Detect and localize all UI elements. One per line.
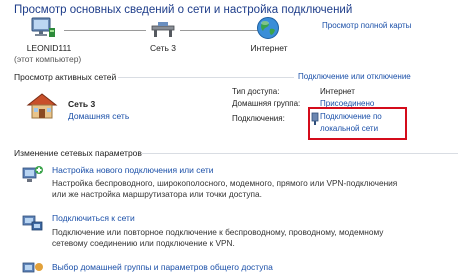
setup-new-connection-link[interactable]: Настройка нового подключения или сети [52,165,214,175]
active-network-name: Сеть 3 [68,99,96,109]
computer-name-label: LEONID111 [26,43,72,53]
computer-icon [30,16,56,40]
connect-to-network-desc-1: Подключение или повторное подключение к … [52,227,384,237]
homegroup-sharing-icon [22,260,44,274]
connect-to-network-icon [22,212,44,232]
new-connection-icon [22,164,44,184]
full-map-link[interactable]: Просмотр полной карты [322,21,411,30]
homegroup-sharing-link[interactable]: Выбор домашней группы и параметров общег… [52,262,273,272]
access-type-value: Интернет [320,87,355,96]
network-type-link[interactable]: Домашняя сеть [68,111,129,121]
connect-disconnect-link[interactable]: Подключение или отключение [298,72,411,81]
network-name-map-label: Сеть 3 [150,43,176,53]
map-connector-right [180,30,258,31]
connect-to-network-desc-2: сетевому соединению или подключение к VP… [52,238,235,248]
change-settings-heading: Изменение сетевых параметров [14,148,142,158]
active-networks-separator [118,77,294,78]
computer-sublabel: (этот компьютер) [14,54,82,64]
homegroup-label: Домашняя группа: [232,99,301,108]
ethernet-icon [311,112,319,126]
map-connector-left [64,30,146,31]
local-connection-link-line2[interactable]: локальной сети [320,124,378,133]
connect-to-network-link[interactable]: Подключиться к сети [52,213,135,223]
access-type-label: Тип доступа: [232,87,280,96]
local-connection-link-line1[interactable]: Подключение по [320,112,382,121]
setup-new-connection-desc-1: Настройка беспроводного, широкополосного… [52,178,398,188]
change-settings-separator [142,153,458,154]
connections-label: Подключения: [232,114,285,123]
active-networks-heading: Просмотр активных сетей [14,72,117,82]
network-bench-icon [150,20,176,40]
home-network-icon [26,92,58,120]
internet-label: Интернет [250,43,288,53]
page-title: Просмотр основных сведений о сети и наст… [14,4,353,16]
internet-globe-icon [256,16,280,40]
setup-new-connection-desc-2: или же настройка маршрутизатора или точк… [52,189,262,199]
